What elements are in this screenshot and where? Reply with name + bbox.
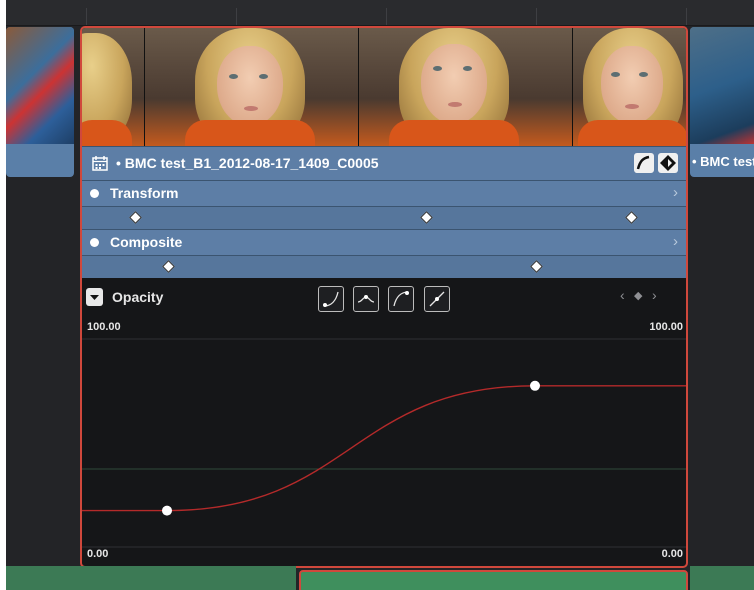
ruler-tick: [536, 8, 537, 25]
composite-param-row[interactable]: Composite ›: [82, 229, 686, 255]
thumbnail-jacket: [184, 120, 315, 146]
opacity-keyframe-point[interactable]: [162, 505, 172, 516]
clip-thumbnail: [572, 28, 686, 146]
transform-param-row[interactable]: Transform ›: [82, 180, 686, 206]
thumbnail-jacket: [82, 120, 132, 146]
linear-icon: [429, 291, 445, 307]
clip-thumbnail: [144, 28, 359, 146]
keyframe-diamond-icon: [660, 155, 676, 171]
clip-thumbnail: [82, 28, 145, 146]
thumbnail-eye: [432, 66, 442, 71]
film-icon: [92, 156, 108, 171]
next-clip[interactable]: • BMC test: [690, 27, 754, 177]
transform-label: Transform: [110, 185, 179, 201]
thumbnail-eye: [228, 74, 238, 79]
selected-clip[interactable]: • BMC test_B1_2012-08-17_1409_C0005 Tran…: [80, 26, 688, 568]
ruler-tick: [686, 8, 687, 25]
curve-editor-button[interactable]: [634, 153, 654, 173]
opacity-keyframe-point[interactable]: [530, 380, 540, 391]
ease-in-icon: [323, 291, 339, 307]
thumbnail-eye: [462, 66, 472, 71]
ruler-tick: [236, 8, 237, 25]
thumbnail-face: [420, 44, 487, 124]
transform-keyframe-track[interactable]: [82, 206, 686, 229]
clip-header[interactable]: • BMC test_B1_2012-08-17_1409_C0005: [82, 146, 686, 181]
previous-keyframe-icon[interactable]: ‹: [620, 287, 625, 303]
thumbnail-lips: [447, 102, 462, 107]
thumbnail-face: [216, 46, 283, 126]
add-keyframe-diamond-icon[interactable]: ◆: [634, 289, 642, 302]
thumbnail-jacket: [388, 120, 519, 146]
param-enable-dot[interactable]: [90, 238, 99, 247]
thumbnail-eye: [638, 72, 648, 77]
opacity-dropdown-button[interactable]: [86, 288, 103, 306]
transform-keyframe[interactable]: [129, 211, 142, 224]
transform-keyframe[interactable]: [420, 211, 433, 224]
selected-track-clip[interactable]: [299, 570, 688, 590]
composite-keyframe-track[interactable]: [82, 255, 686, 278]
transform-keyframe[interactable]: [625, 211, 638, 224]
thumbnail-lips: [243, 106, 258, 111]
thumbnail-eye: [258, 74, 268, 79]
clip-thumbnails: [82, 28, 686, 146]
next-keyframe-icon[interactable]: ›: [652, 287, 657, 303]
opacity-curve-graph[interactable]: [82, 315, 686, 566]
ruler-tick: [86, 8, 87, 25]
composite-label: Composite: [110, 234, 183, 250]
composite-keyframe[interactable]: [162, 260, 175, 273]
opacity-curve[interactable]: [82, 385, 686, 512]
audio-track-clip[interactable]: [6, 566, 296, 590]
timeline-ruler[interactable]: [6, 0, 754, 26]
thumbnail-lips: [624, 104, 639, 109]
curve-icon: [636, 155, 650, 170]
thumbnail-jacket: [577, 120, 686, 146]
thumbnail-eye: [610, 72, 620, 77]
audio-track-clip[interactable]: [690, 566, 754, 590]
next-clip-title: • BMC test: [692, 154, 754, 169]
composite-keyframe[interactable]: [530, 260, 543, 273]
curve-editor-toolbar: Opacity ‹ ◆ ›: [82, 281, 686, 315]
ease-in-out-icon: [357, 295, 375, 303]
previous-clip[interactable]: [6, 27, 74, 177]
linear-button[interactable]: [424, 286, 450, 312]
opacity-label: Opacity: [112, 289, 164, 305]
clip-title: • BMC test_B1_2012-08-17_1409_C0005: [116, 155, 379, 171]
timeline: • BMC test • BMC test_B1_2012-08-17_1409…: [6, 0, 754, 590]
ease-in-button[interactable]: [318, 286, 344, 312]
ease-in-out-button[interactable]: [353, 286, 379, 312]
param-enable-dot[interactable]: [90, 189, 99, 198]
ease-out-button[interactable]: [388, 286, 414, 312]
previous-clip-thumbnail: [6, 27, 74, 144]
clip-thumbnail: [358, 28, 573, 146]
ruler-tick: [386, 8, 387, 25]
ease-out-icon: [393, 291, 409, 307]
next-clip-thumbnail: [690, 27, 754, 144]
chevron-right-icon[interactable]: ›: [673, 233, 678, 250]
keyframes-button[interactable]: [658, 153, 678, 173]
thumbnail-face: [600, 46, 663, 124]
chevron-right-icon[interactable]: ›: [673, 184, 678, 201]
chevron-down-icon: [90, 295, 99, 300]
